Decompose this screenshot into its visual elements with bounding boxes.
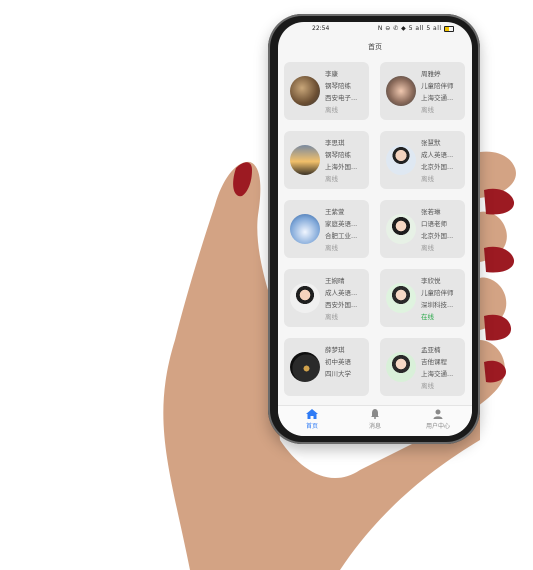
contact-school: 上海交通... xyxy=(421,370,454,378)
tab-user-center[interactable]: 用户中心 xyxy=(408,409,468,430)
avatar xyxy=(290,214,320,244)
contact-card[interactable]: 张若琳 口语老师 北京外国... 离线 xyxy=(380,200,465,258)
contact-status: 离线 xyxy=(325,175,338,183)
contact-name: 张若琳 xyxy=(421,208,441,216)
contact-status: 离线 xyxy=(421,106,434,114)
contact-name: 李思琪 xyxy=(325,139,345,147)
contact-name: 李欣悦 xyxy=(421,277,441,285)
contact-role: 儿童陪伴师 xyxy=(421,82,454,90)
avatar xyxy=(290,352,320,382)
status-time: 22:54 xyxy=(312,25,330,32)
contact-school: 西安外国... xyxy=(325,301,358,309)
contact-card[interactable]: 王婉晴 成人英语... 西安外国... 离线 xyxy=(284,269,369,327)
contact-card[interactable]: 王紫萱 家庭英语... 合肥工业... 离线 xyxy=(284,200,369,258)
user-icon xyxy=(433,409,443,419)
contact-card[interactable]: 李欣悦 儿童陪伴师 深圳科技... 在线 xyxy=(380,269,465,327)
avatar xyxy=(290,283,320,313)
tab-messages-label: 消息 xyxy=(368,423,381,430)
contact-status: 离线 xyxy=(421,175,434,183)
contact-name: 李康 xyxy=(325,70,338,78)
contact-status: 离线 xyxy=(421,244,434,252)
avatar xyxy=(290,145,320,175)
contact-role: 吉他课程 xyxy=(421,358,447,366)
contact-school: 合肥工业... xyxy=(325,232,358,240)
contact-status: 离线 xyxy=(325,106,338,114)
home-icon xyxy=(306,409,318,419)
contact-name: 孟亚楠 xyxy=(421,346,441,354)
contact-status: 离线 xyxy=(325,313,338,321)
contact-card[interactable]: 李康 钢琴陪练 西安电子... 离线 xyxy=(284,62,369,120)
avatar xyxy=(386,76,416,106)
battery-icon xyxy=(444,25,454,32)
contact-card[interactable]: 张慧默 成人英语... 北京外国... 离线 xyxy=(380,131,465,189)
contact-role: 初中英语 xyxy=(325,358,351,366)
tab-home-label: 首页 xyxy=(305,423,318,430)
tab-user-center-label: 用户中心 xyxy=(425,423,450,430)
contact-role: 儿童陪伴师 xyxy=(421,289,454,297)
contact-name: 张慧默 xyxy=(421,139,441,147)
contact-school: 四川大学 xyxy=(325,370,351,378)
contact-status-online: 在线 xyxy=(421,313,434,321)
contact-name: 薛梦琪 xyxy=(325,346,345,354)
avatar xyxy=(386,283,416,313)
contact-status: 离线 xyxy=(421,382,434,390)
contact-role: 成人英语... xyxy=(421,151,454,159)
bottom-tab-bar: 首页 消息 用户中心 xyxy=(278,405,472,436)
contact-school: 深圳科技... xyxy=(421,301,454,309)
tab-home[interactable]: 首页 xyxy=(282,409,342,430)
status-bar: 22:54 N ⊖ ✆ ◆ 5 all 5 all xyxy=(278,22,472,38)
avatar xyxy=(386,145,416,175)
contact-school: 上海外国... xyxy=(325,163,358,171)
tab-messages[interactable]: 消息 xyxy=(345,409,405,430)
phone-screen: 22:54 N ⊖ ✆ ◆ 5 all 5 all 首页 李康 钢琴陪练 西安电… xyxy=(278,22,472,436)
avatar xyxy=(386,214,416,244)
contact-status: 离线 xyxy=(325,244,338,252)
contact-school: 西安电子... xyxy=(325,94,358,102)
contact-school: 北京外国... xyxy=(421,232,454,240)
contact-school: 上海交通... xyxy=(421,94,454,102)
contact-role: 家庭英语... xyxy=(325,220,358,228)
contact-name: 王婉晴 xyxy=(325,277,345,285)
avatar xyxy=(386,352,416,382)
contact-school: 北京外国... xyxy=(421,163,454,171)
bell-icon xyxy=(371,409,379,419)
contact-name: 王紫萱 xyxy=(325,208,345,216)
status-icons-text: N ⊖ ✆ ◆ 5 all 5 all xyxy=(377,25,442,32)
contact-card[interactable]: 薛梦琪 初中英语 四川大学 xyxy=(284,338,369,396)
avatar xyxy=(290,76,320,106)
page-title: 首页 xyxy=(368,43,382,51)
contact-card[interactable]: 周雅婷 儿童陪伴师 上海交通... 离线 xyxy=(380,62,465,120)
status-icons: N ⊖ ✆ ◆ 5 all 5 all xyxy=(378,25,454,32)
contact-role: 钢琴陪练 xyxy=(325,151,351,159)
contact-card[interactable]: 孟亚楠 吉他课程 上海交通... 离线 xyxy=(380,338,465,396)
contact-role: 钢琴陪练 xyxy=(325,82,351,90)
contact-card[interactable]: 李思琪 钢琴陪练 上海外国... 离线 xyxy=(284,131,369,189)
contact-name: 周雅婷 xyxy=(421,70,441,78)
contact-role: 成人英语... xyxy=(325,289,358,297)
contact-role: 口语老师 xyxy=(421,220,447,228)
